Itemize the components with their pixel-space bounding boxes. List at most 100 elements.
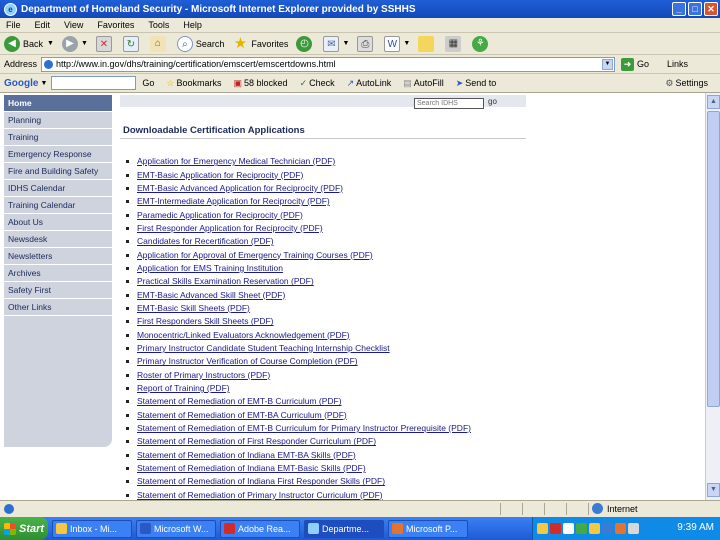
download-link[interactable]: EMT-Basic Skill Sheets (PDF) (137, 302, 250, 315)
minimize-icon[interactable]: _ (672, 2, 686, 16)
back-button[interactable]: ◀ Back ▼ (4, 35, 54, 52)
maximize-icon[interactable]: □ (688, 2, 702, 16)
download-link[interactable]: Roster of Primary Instructors (PDF) (137, 369, 270, 382)
mail-button[interactable]: ✉ ▼ (323, 35, 349, 52)
tray-app-icon[interactable] (589, 523, 600, 534)
google-go-button[interactable]: Go (142, 78, 154, 88)
site-search-input[interactable] (414, 98, 484, 109)
download-link[interactable]: Application for Emergency Medical Techni… (137, 155, 335, 168)
nav-training[interactable]: Training (4, 129, 112, 146)
tray-app-icon[interactable] (615, 523, 626, 534)
download-link[interactable]: Primary Instructor Verification of Cours… (137, 355, 358, 368)
go-button[interactable]: ➜ Go (621, 57, 649, 71)
download-link[interactable]: Statement of Remediation of Indiana EMT-… (137, 462, 366, 475)
stop-button[interactable]: ✕ (95, 35, 115, 52)
download-link[interactable]: Report of Training (PDF) (137, 382, 230, 395)
popup-blocker-button[interactable]: ▣ 58 blocked (234, 78, 288, 89)
download-link[interactable]: First Responder Application for Reciproc… (137, 222, 323, 235)
tray-volume-icon[interactable] (628, 523, 639, 534)
tray-antivirus-icon[interactable] (550, 523, 561, 534)
nav-newsdesk[interactable]: Newsdesk (4, 231, 112, 248)
tray-network-icon[interactable] (563, 523, 574, 534)
messenger-button[interactable]: ⚘ (472, 35, 491, 52)
sendto-button[interactable]: ➤ Send to (456, 78, 497, 89)
nav-other-links[interactable]: Other Links (4, 299, 112, 316)
tray-messenger-icon[interactable] (576, 523, 587, 534)
autolink-button[interactable]: ↗ AutoLink (347, 78, 392, 89)
nav-fire-building-safety[interactable]: Fire and Building Safety (4, 163, 112, 180)
download-link[interactable]: Practical Skills Examination Reservation… (137, 275, 314, 288)
download-link[interactable]: Statement of Remediation of Indiana EMT-… (137, 449, 356, 462)
menu-tools[interactable]: Tools (148, 20, 169, 30)
task-powerpoint[interactable]: Microsoft P... (388, 519, 468, 538)
download-link[interactable]: Statement of Remediation of First Respon… (137, 435, 376, 448)
bookmarks-button[interactable]: ☆ Bookmarks (166, 78, 221, 89)
task-ie-department[interactable]: Departme... (304, 519, 384, 538)
download-link[interactable]: Statement of Remediation of Primary Inst… (137, 489, 383, 500)
task-word[interactable]: Microsoft W... (136, 519, 216, 538)
nav-archives[interactable]: Archives (4, 265, 112, 282)
discuss-button[interactable] (418, 35, 437, 52)
nav-planning[interactable]: Planning (4, 112, 112, 129)
settings-button[interactable]: ⚙ Settings (665, 78, 708, 89)
research-button[interactable]: ▦ (445, 35, 464, 52)
vertical-scrollbar[interactable]: ▲ ▼ (705, 93, 720, 500)
download-link[interactable]: Statement of Remediation of EMT-B Curric… (137, 422, 471, 435)
download-link[interactable]: EMT-Basic Application for Reciprocity (P… (137, 169, 303, 182)
close-icon[interactable]: ✕ (704, 2, 718, 16)
address-dropdown-icon[interactable]: ▼ (602, 58, 614, 70)
links-button[interactable]: Links (667, 59, 688, 69)
download-link[interactable]: Paramedic Application for Reciprocity (P… (137, 209, 303, 222)
tray-app-icon[interactable] (537, 523, 548, 534)
download-link[interactable]: Statement of Remediation of EMT-B Curric… (137, 395, 342, 408)
scroll-thumb[interactable] (707, 111, 720, 407)
scroll-up-icon[interactable]: ▲ (707, 95, 720, 109)
download-link[interactable]: Statement of Remediation of Indiana Firs… (137, 475, 385, 488)
nav-safety-first[interactable]: Safety First (4, 282, 112, 299)
refresh-button[interactable]: ↻ (122, 35, 142, 52)
nav-idhs-calendar[interactable]: IDHS Calendar (4, 180, 112, 197)
menu-view[interactable]: View (64, 20, 83, 30)
home-button[interactable]: ⌂ (149, 35, 169, 52)
nav-newsletters[interactable]: Newsletters (4, 248, 112, 265)
nav-training-calendar[interactable]: Training Calendar (4, 197, 112, 214)
google-logo[interactable]: Google (4, 78, 38, 89)
scroll-down-icon[interactable]: ▼ (707, 483, 720, 497)
menu-edit[interactable]: Edit (35, 20, 51, 30)
tray-app-icon[interactable] (602, 523, 613, 534)
task-adobe[interactable]: Adobe Rea... (220, 519, 300, 538)
search-button[interactable]: ⌕ Search (176, 35, 224, 52)
download-link[interactable]: Candidates for Recertification (PDF) (137, 235, 274, 248)
site-search-go-button[interactable]: go (488, 97, 497, 106)
menu-favorites[interactable]: Favorites (97, 20, 134, 30)
nav-emergency-response[interactable]: Emergency Response (4, 146, 112, 163)
bullet-icon (126, 493, 129, 497)
check-button[interactable]: ✓ Check (300, 78, 335, 89)
download-link[interactable]: First Responders Skill Sheets (PDF) (137, 315, 274, 328)
download-link[interactable]: Primary Instructor Candidate Student Tea… (137, 342, 390, 355)
download-link[interactable]: EMT-Basic Advanced Skill Sheet (PDF) (137, 289, 285, 302)
address-input[interactable] (41, 56, 616, 72)
edit-button[interactable]: W ▼ (384, 35, 410, 52)
menu-help[interactable]: Help (183, 20, 202, 30)
download-link[interactable]: EMT-Basic Advanced Application for Recip… (137, 182, 343, 195)
download-link[interactable]: EMT-Intermediate Application for Recipro… (137, 195, 330, 208)
task-outlook[interactable]: Inbox - Mi... (52, 519, 132, 538)
start-button[interactable]: Start (0, 517, 48, 540)
nav-home[interactable]: Home (4, 95, 112, 112)
favorites-button[interactable]: ★ Favorites (232, 35, 289, 52)
forward-button[interactable]: ▶ ▼ (61, 35, 88, 52)
nav-about-us[interactable]: About Us (4, 214, 112, 231)
menu-file[interactable]: File (6, 20, 21, 30)
history-button[interactable]: ◴ (296, 35, 315, 52)
download-link[interactable]: Statement of Remediation of EMT-BA Curri… (137, 409, 347, 422)
star-icon: ☆ (166, 77, 175, 88)
list-item: First Responders Skill Sheets (PDF) (126, 315, 471, 328)
google-search-input[interactable] (51, 76, 137, 90)
download-link[interactable]: Application for EMS Training Institution (137, 262, 283, 275)
download-link[interactable]: Monocentric/Linked Evaluators Acknowledg… (137, 329, 350, 342)
print-button[interactable]: ⎙ (357, 35, 376, 52)
autofill-button[interactable]: ▤ AutoFill (403, 78, 444, 89)
download-link[interactable]: Application for Approval of Emergency Tr… (137, 249, 373, 262)
chevron-down-icon[interactable]: ▼ (40, 80, 47, 87)
